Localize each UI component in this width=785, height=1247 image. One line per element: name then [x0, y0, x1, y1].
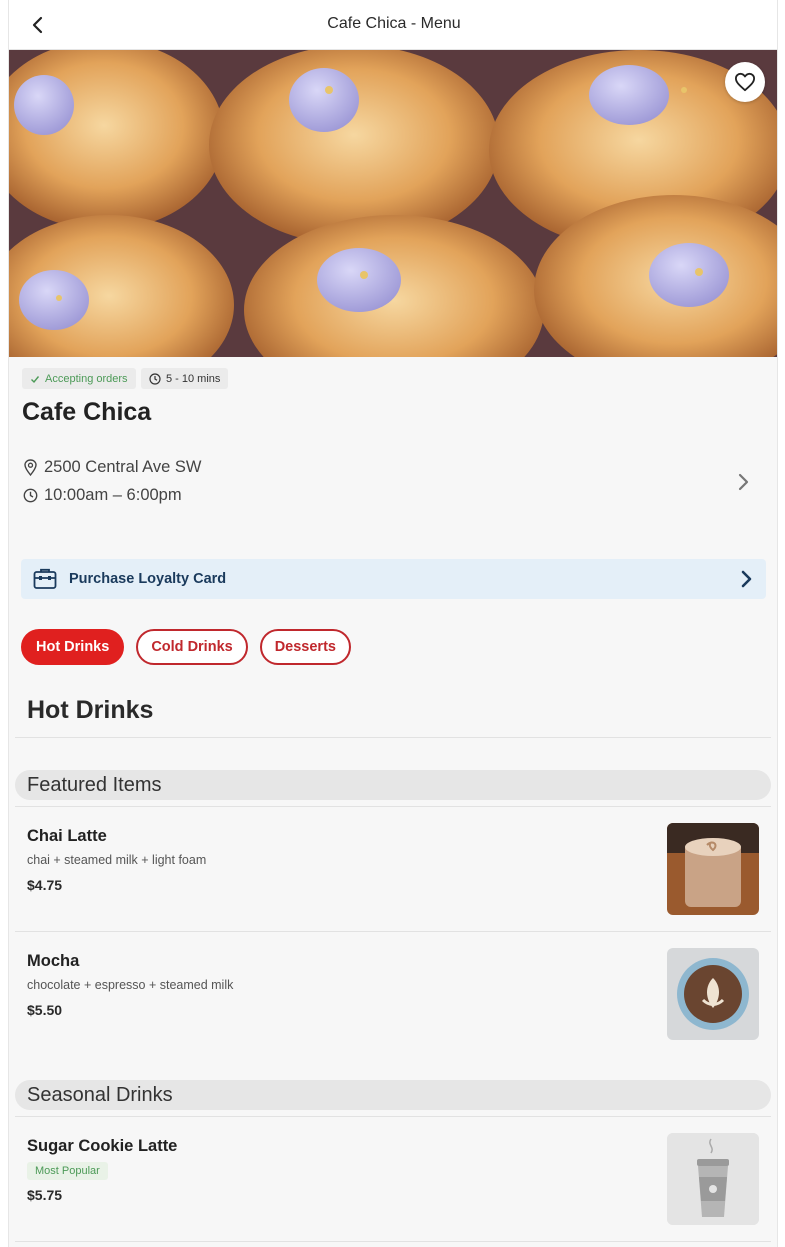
item-image	[667, 948, 759, 1040]
item-price: $5.50	[27, 1002, 63, 1018]
item-price: $4.75	[27, 877, 63, 893]
chevron-right-icon	[738, 473, 749, 491]
app-frame: Cafe Chica - Menu Accepting orders 5 - 1…	[8, 0, 778, 1247]
chevron-right-icon	[741, 570, 752, 588]
shop-hours-text: 10:00am – 6:00pm	[44, 486, 182, 504]
wait-time-badge: 5 - 10 mins	[141, 368, 229, 389]
favorite-button[interactable]	[725, 62, 765, 102]
shop-info-chevron[interactable]	[733, 470, 753, 494]
hero-image	[9, 50, 777, 357]
category-tabs: Hot Drinks Cold Drinks Desserts	[21, 629, 351, 665]
group-header-featured: Featured Items	[15, 770, 771, 800]
item-price: $5.75	[27, 1187, 63, 1203]
shop-name: Cafe Chica	[22, 398, 152, 426]
shop-address[interactable]: 2500 Central Ave SW	[23, 458, 201, 477]
divider	[15, 1241, 771, 1242]
tab-desserts[interactable]: Desserts	[259, 629, 351, 665]
item-name: Sugar Cookie Latte	[27, 1137, 178, 1155]
item-image	[667, 823, 759, 915]
divider	[15, 737, 771, 738]
check-icon	[31, 375, 40, 383]
accepting-orders-label: Accepting orders	[45, 372, 128, 385]
shop-hours[interactable]: 10:00am – 6:00pm	[23, 486, 182, 505]
wallet-card-icon	[33, 568, 57, 589]
menu-item-sugar-cookie-latte[interactable]: Sugar Cookie Latte Most Popular $5.75	[15, 1117, 771, 1225]
clock-icon	[23, 488, 38, 503]
loyalty-label: Purchase Loyalty Card	[69, 571, 227, 587]
item-image	[667, 1133, 759, 1225]
top-bar: Cafe Chica - Menu	[9, 0, 777, 50]
tab-hot-drinks[interactable]: Hot Drinks	[21, 629, 125, 665]
heart-icon	[735, 72, 755, 92]
most-popular-badge: Most Popular	[27, 1162, 108, 1180]
page-title: Cafe Chica - Menu	[327, 15, 461, 32]
menu-item-chai-latte[interactable]: Chai Latte chai + steamed milk + light f…	[15, 807, 771, 915]
tab-cold-drinks[interactable]: Cold Drinks	[136, 629, 248, 665]
coffee-cup-icon	[667, 1133, 759, 1225]
wait-time-label: 5 - 10 mins	[166, 372, 221, 385]
shop-address-text: 2500 Central Ave SW	[44, 458, 202, 476]
item-name: Mocha	[27, 952, 80, 970]
section-title: Hot Drinks	[27, 696, 154, 724]
location-pin-icon	[24, 459, 37, 476]
accepting-orders-badge: Accepting orders	[22, 368, 136, 389]
group-header-seasonal: Seasonal Drinks	[15, 1080, 771, 1110]
clock-icon	[149, 372, 161, 385]
item-description: chai + steamed milk + light foam	[27, 853, 207, 867]
menu-item-mocha[interactable]: Mocha chocolate + espresso + steamed mil…	[15, 932, 771, 1040]
purchase-loyalty-card-button[interactable]: Purchase Loyalty Card	[21, 559, 766, 599]
item-description: chocolate + espresso + steamed milk	[27, 978, 234, 992]
item-name: Chai Latte	[27, 827, 107, 845]
